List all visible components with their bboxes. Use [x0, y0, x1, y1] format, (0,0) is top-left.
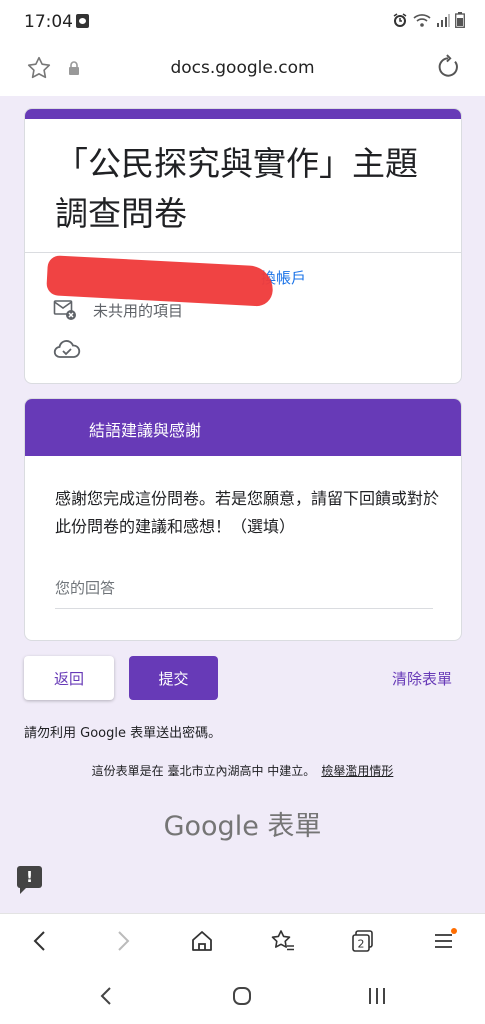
google-forms-logo: Google 表單 — [163, 811, 322, 842]
system-home-icon[interactable] — [227, 983, 257, 1009]
accent-bar — [25, 109, 461, 119]
question-text: 感謝您完成這份問卷。若是您願意，請留下回饋或對於此份問卷的建議和感想！（選填） — [55, 489, 440, 536]
status-time: 17:04 — [24, 12, 73, 32]
signal-icon — [437, 14, 450, 27]
report-abuse-link[interactable]: 檢舉濫用情形 — [321, 764, 393, 778]
not-shared-row: 未共用的項目 — [53, 299, 183, 321]
wifi-icon — [413, 14, 431, 27]
reload-icon[interactable] — [435, 54, 461, 80]
url-text[interactable]: docs.google.com — [0, 58, 485, 78]
submit-button[interactable]: 提交 — [129, 656, 218, 700]
browser-url-bar: docs.google.com — [0, 44, 485, 96]
system-nav-bar — [0, 967, 485, 1024]
report-icon[interactable]: ! — [17, 866, 42, 894]
form-title: 「公民探究與實作」主題調查問卷 — [55, 144, 418, 233]
not-shared-label: 未共用的項目 — [93, 301, 184, 320]
back-arrow-icon[interactable] — [24, 926, 56, 956]
status-icons — [392, 12, 465, 28]
form-header-card: 「公民探究與實作」主題調查問卷 換帳戶 未共用的項目 — [24, 108, 462, 384]
clear-form-button[interactable]: 清除表單 — [392, 668, 452, 689]
closing-section-card: 結語建議與感謝 感謝您完成這份問卷。若是您願意，請留下回饋或對於此份問卷的建議和… — [24, 398, 462, 641]
form-owner-note: 這份表單是在 臺北市立內湖高中 中建立。 檢舉濫用情形 — [0, 762, 485, 779]
mail-off-icon — [53, 300, 76, 320]
created-by-text: 這份表單是在 臺北市立內湖高中 中建立。 — [91, 764, 316, 778]
browser-toolbar: 2 — [0, 913, 485, 967]
bookmarks-icon[interactable] — [267, 926, 299, 956]
tabs-icon[interactable]: 2 — [347, 926, 379, 956]
section-header: 結語建議與感謝 — [25, 399, 461, 456]
battery-icon — [455, 12, 465, 28]
password-warning: 請勿利用 Google 表單送出密碼。 — [24, 726, 222, 741]
back-button[interactable]: 返回 — [24, 656, 114, 700]
menu-icon[interactable] — [428, 926, 460, 956]
tab-count: 2 — [358, 938, 365, 951]
forward-arrow-icon[interactable] — [107, 926, 139, 956]
divider — [25, 252, 461, 253]
system-back-icon[interactable] — [91, 983, 121, 1009]
cloud-check-icon — [53, 340, 81, 358]
system-recents-icon[interactable] — [362, 983, 392, 1009]
home-icon[interactable] — [186, 926, 218, 956]
notification-icon — [76, 14, 89, 28]
status-bar: 17:04 — [0, 0, 485, 44]
alarm-icon — [393, 13, 407, 27]
answer-input[interactable]: 您的回答 — [55, 577, 433, 609]
